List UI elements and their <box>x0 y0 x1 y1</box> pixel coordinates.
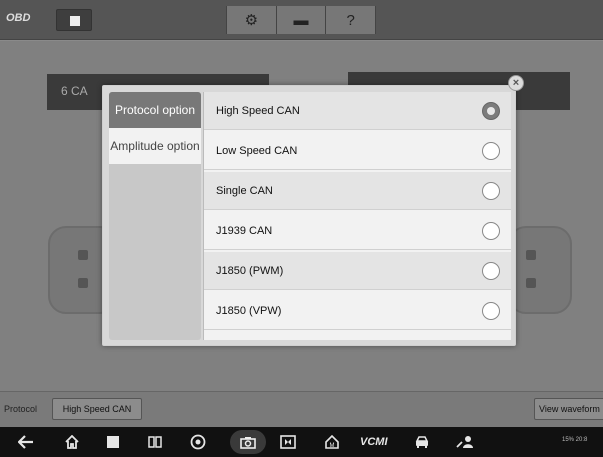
browser-icon[interactable] <box>190 434 206 450</box>
protocol-options-list: High Speed CAN Low Speed CAN Single CAN … <box>203 92 511 340</box>
tab-amplitude-option[interactable]: Amplitude option <box>109 128 201 164</box>
radio-button[interactable] <box>482 222 500 240</box>
screenshot-button[interactable] <box>230 430 266 454</box>
connector-right <box>508 226 572 314</box>
top-toolbar: OBD ⚙ ▬ ? <box>0 0 603 40</box>
option-j1939-can[interactable]: J1939 CAN <box>204 212 511 250</box>
back-icon[interactable] <box>18 434 34 450</box>
option-label: Single CAN <box>216 184 273 197</box>
option-single-can[interactable]: Single CAN <box>204 172 511 210</box>
connector-pin <box>78 278 88 288</box>
option-label: J1939 CAN <box>216 224 273 237</box>
option-label: High Speed CAN <box>216 104 300 117</box>
help-button[interactable]: ? <box>326 6 377 34</box>
service-icon[interactable] <box>456 434 474 450</box>
obd-logo: OBD <box>6 12 31 24</box>
radio-button[interactable] <box>482 262 500 280</box>
screen-record-icon[interactable] <box>280 434 296 450</box>
folder-icon: ▬ <box>293 11 309 29</box>
stop-button[interactable] <box>56 9 92 31</box>
option-label: J1850 (PWM) <box>216 264 284 277</box>
home-icon[interactable] <box>64 434 80 450</box>
radio-button-selected[interactable] <box>482 102 500 120</box>
option-sidebar: Protocol option Amplitude option <box>109 92 201 340</box>
tab-protocol-option[interactable]: Protocol option <box>109 92 201 128</box>
close-icon[interactable]: × <box>508 75 524 91</box>
protocol-value-button[interactable]: High Speed CAN <box>52 398 142 420</box>
svg-text:M: M <box>330 443 335 449</box>
view-waveform-button[interactable]: View waveform <box>534 398 603 420</box>
option-j1850-vpw[interactable]: J1850 (VPW) <box>204 292 511 330</box>
recent-apps-icon[interactable] <box>106 434 120 450</box>
vcmi-icon[interactable]: VCMI <box>360 434 388 450</box>
system-tray: 15% 20:8 <box>562 437 588 443</box>
folder-button[interactable]: ▬ <box>276 6 327 34</box>
protocol-label: Protocol <box>4 404 38 414</box>
help-icon: ? <box>346 11 355 29</box>
connector-pin <box>526 278 536 288</box>
option-low-speed-can[interactable]: Low Speed CAN <box>204 132 511 170</box>
protocol-status-bar: Protocol High Speed CAN View waveform <box>0 391 603 427</box>
channel-panel-text: 6 CA <box>61 84 88 98</box>
option-high-speed-can[interactable]: High Speed CAN <box>204 92 511 130</box>
radio-button[interactable] <box>482 142 500 160</box>
maxifix-icon[interactable]: M <box>324 434 340 450</box>
system-nav-bar: M VCMI 15% 20:8 <box>0 427 603 457</box>
multi-window-icon[interactable] <box>148 434 162 450</box>
radio-button[interactable] <box>482 182 500 200</box>
toolbar-button-group: ⚙ ▬ ? <box>226 6 377 34</box>
connector-pin <box>526 250 536 260</box>
car-icon[interactable] <box>414 434 430 450</box>
option-j1850-pwm[interactable]: J1850 (PWM) <box>204 252 511 290</box>
gear-icon: ⚙ <box>244 12 259 29</box>
option-label: Low Speed CAN <box>216 144 298 157</box>
option-label: J1850 (VPW) <box>216 304 282 317</box>
connector-pin <box>78 250 88 260</box>
camera-icon <box>240 436 256 449</box>
protocol-option-dialog: Protocol option Amplitude option High Sp… <box>102 85 516 346</box>
radio-button[interactable] <box>482 302 500 320</box>
settings-button[interactable]: ⚙ <box>226 6 277 34</box>
